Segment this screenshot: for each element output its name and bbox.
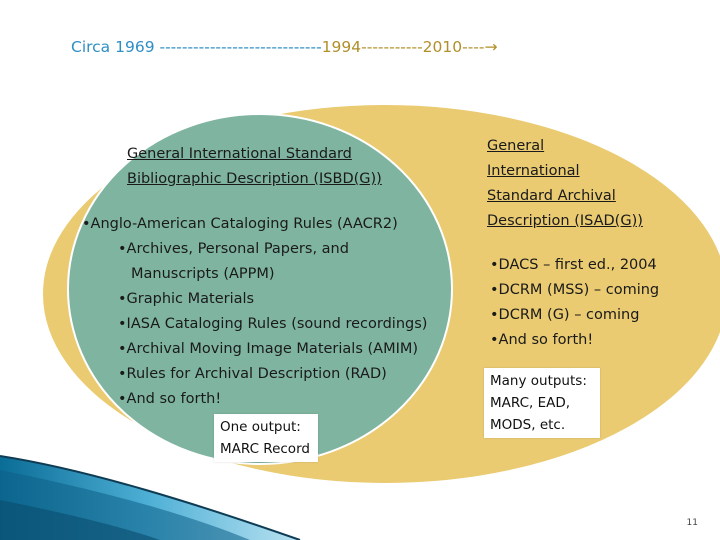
list-item: •DACS – first ed., 2004 (490, 257, 657, 273)
timeline-mid: 1994 (321, 38, 362, 56)
list-item: •Archival Moving Image Materials (AMIM) (118, 341, 419, 357)
arrow-right-icon: → (484, 38, 498, 56)
isad-output-box: Many outputs: MARC, EAD, MODS, etc. (484, 368, 600, 438)
isad-title-line: Standard Archival (487, 188, 616, 204)
isad-title-line: Description (ISAD(G)) (487, 213, 643, 229)
list-item: •Anglo-American Cataloging Rules (AACR2) (82, 216, 398, 232)
list-item: •DCRM (G) – coming (490, 307, 640, 323)
list-item: Manuscripts (APPM) (131, 266, 275, 282)
isad-title-line: General (487, 138, 545, 154)
isad-output-line: MODS, etc. (490, 417, 566, 433)
timeline-dashes-1: ----------------------------- (154, 38, 322, 56)
list-item: •DCRM (MSS) – coming (490, 282, 660, 298)
isbd-output-line: One output: (220, 419, 301, 435)
isad-title: General International Standard Archival … (487, 134, 677, 234)
isad-standards-list: •DACS – first ed., 2004 •DCRM (MSS) – co… (490, 253, 659, 353)
timeline-heading: Circa 1969 -----------------------------… (71, 38, 498, 56)
isbd-title: General International Standard Bibliogra… (127, 142, 417, 192)
isbd-title-line: Bibliographic Description (ISBD(G)) (127, 171, 382, 187)
isad-output-line: Many outputs: (490, 373, 587, 389)
list-item: •Graphic Materials (118, 291, 255, 307)
timeline-start: Circa 1969 (71, 38, 155, 56)
timeline-dashes-2: ----------- (361, 38, 423, 56)
isbd-title-line: General International Standard (127, 146, 352, 162)
timeline-dashes-3: ---- (462, 38, 485, 56)
page-number: 11 (686, 518, 698, 528)
isbd-output-box: One output: MARC Record (214, 414, 318, 462)
isad-output-line: MARC, EAD, (490, 395, 571, 411)
list-item: •Rules for Archival Description (RAD) (118, 366, 387, 382)
timeline-end: 2010 (422, 38, 463, 56)
list-item: •Archives, Personal Papers, and (118, 241, 349, 257)
isad-title-line: International (487, 163, 580, 179)
list-item: •And so forth! (118, 391, 222, 407)
isbd-standards-list: •Anglo-American Cataloging Rules (AACR2)… (82, 212, 427, 412)
list-item: •And so forth! (490, 332, 594, 348)
isbd-output-line: MARC Record (220, 441, 310, 457)
list-item: •IASA Cataloging Rules (sound recordings… (118, 316, 428, 332)
